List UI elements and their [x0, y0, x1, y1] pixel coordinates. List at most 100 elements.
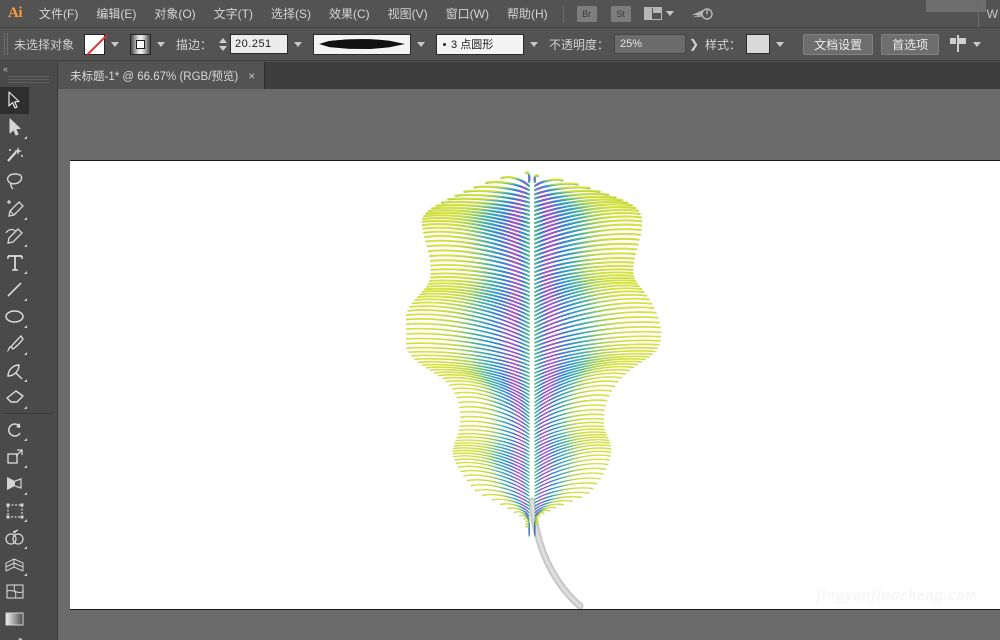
arrange-documents-button[interactable] [644, 7, 678, 20]
preferences-button[interactable]: 首选项 [881, 34, 939, 55]
leaf-svg [406, 161, 686, 610]
stroke-swatch[interactable] [130, 34, 151, 55]
scale-icon [5, 447, 25, 467]
tool-eraser[interactable] [0, 384, 29, 411]
tool-group-corner-icon [24, 217, 27, 220]
watermark-text: jingyanjiaocheng.com [816, 587, 978, 605]
pen-nib-icon [5, 199, 25, 219]
tool-magic-wand[interactable] [0, 141, 29, 168]
illustrator-window: Ai 文件(F) 编辑(E) 对象(O) 文字(T) 选择(S) 效果(C) 视… [0, 0, 1000, 640]
tool-scale[interactable] [0, 443, 29, 470]
menu-object[interactable]: 对象(O) [145, 0, 204, 28]
menu-divider [563, 5, 564, 23]
width-profile-chevron-icon[interactable] [526, 34, 541, 55]
brush-definition-chevron-icon[interactable] [413, 34, 428, 55]
artwork-gradient-blend-leaf[interactable] [406, 161, 686, 610]
tool-shaper[interactable] [0, 357, 29, 384]
tool-direct-selection[interactable] [0, 114, 29, 141]
tool-pen[interactable] [0, 195, 29, 222]
brush-definition-swatch[interactable] [313, 34, 411, 55]
tool-group-corner-icon [24, 519, 27, 522]
artboard-canvas[interactable]: jingyanjiaocheng.com [70, 160, 1000, 610]
menu-type[interactable]: 文字(T) [205, 0, 262, 28]
fill-dropdown-chevron-icon[interactable] [107, 34, 122, 55]
tool-selection[interactable] [0, 87, 29, 114]
app-logo-icon: Ai [0, 0, 30, 28]
selection-arrow-icon [7, 91, 22, 110]
shaper-icon [5, 361, 25, 381]
paintbrush-icon [5, 334, 25, 354]
tools-panel: « [0, 62, 58, 640]
tool-rotate[interactable] [0, 416, 29, 443]
tool-line-segment[interactable] [0, 276, 29, 303]
chevron-down-icon [666, 11, 674, 16]
tool-free-transform[interactable] [0, 497, 29, 524]
tool-ellipse[interactable] [0, 303, 29, 330]
arrange-grid-icon [644, 7, 662, 20]
menu-help[interactable]: 帮助(H) [498, 0, 557, 28]
document-tab-title: 未标题-1* @ 66.67% (RGB/预览) [70, 68, 238, 84]
stock-icon[interactable]: St [611, 6, 631, 22]
control-bar: 未选择对象 描边： 20.251 3 点圆形 不透明度： 25% ❯ 样式： 文… [0, 28, 1000, 61]
status-strip [58, 612, 1000, 640]
align-chevron-icon[interactable] [969, 34, 984, 55]
tool-curvature[interactable] [0, 222, 29, 249]
shape-builder-icon [4, 528, 25, 547]
stroke-weight-input[interactable]: 20.251 [230, 34, 288, 54]
tool-group-corner-icon [24, 298, 27, 301]
graphic-style-swatch[interactable] [746, 34, 770, 54]
curvature-pen-icon [5, 226, 25, 246]
free-transform-icon [5, 501, 25, 521]
opacity-input[interactable]: 25% [614, 34, 686, 54]
stroke-weight-stepper[interactable] [218, 35, 227, 53]
tool-lasso[interactable] [0, 168, 29, 195]
stroke-dropdown-chevron-icon[interactable] [153, 34, 168, 55]
tool-group-corner-icon [24, 573, 27, 576]
document-tab-active[interactable]: 未标题-1* @ 66.67% (RGB/预览) × [58, 62, 265, 89]
menu-window[interactable]: 窗口(W) [437, 0, 498, 28]
close-icon[interactable]: × [248, 70, 255, 82]
opacity-panel-arrow-icon[interactable]: ❯ [686, 34, 702, 54]
tools-grid [0, 87, 57, 640]
leaf-stem [532, 501, 580, 606]
control-bar-grip[interactable] [4, 33, 10, 55]
variable-width-profile[interactable]: 3 点圆形 [436, 34, 524, 55]
tool-mesh[interactable] [0, 578, 29, 605]
tool-perspective-grid[interactable] [0, 551, 29, 578]
tool-paintbrush[interactable] [0, 330, 29, 357]
document-tab-bar: 未标题-1* @ 66.67% (RGB/预览) × [58, 62, 1000, 89]
tools-panel-grip[interactable] [8, 76, 49, 84]
menu-select[interactable]: 选择(S) [262, 0, 320, 28]
tool-group-corner-icon [24, 136, 27, 139]
menu-edit[interactable]: 编辑(E) [87, 0, 145, 28]
menu-view[interactable]: 视图(V) [379, 0, 437, 28]
tool-group-corner-icon [24, 352, 27, 355]
tool-gradient[interactable] [0, 605, 29, 632]
tool-width[interactable] [0, 470, 29, 497]
profile-label: 3 点圆形 [451, 36, 493, 52]
tool-group-corner-icon [24, 271, 27, 274]
width-tool-icon [4, 474, 25, 493]
menu-file[interactable]: 文件(F) [30, 0, 87, 28]
perspective-grid-icon [4, 555, 25, 574]
document-workspace: jingyanjiaocheng.com [58, 89, 1000, 640]
rotate-icon [5, 420, 25, 440]
profile-dot-icon [443, 43, 446, 46]
tool-shape-builder[interactable] [0, 524, 29, 551]
bridge-icon[interactable]: Br [577, 6, 597, 22]
align-icon[interactable] [949, 35, 967, 53]
tool-group-corner-icon [24, 465, 27, 468]
stroke-weight-chevron-icon[interactable] [290, 34, 305, 55]
tool-eyedropper[interactable] [0, 632, 29, 640]
menu-effect[interactable]: 效果(C) [320, 0, 379, 28]
cc-libraries-icon[interactable] [690, 6, 714, 22]
gradient-icon [4, 610, 25, 628]
ellipse-icon [4, 307, 25, 326]
graphic-style-chevron-icon[interactable] [772, 34, 787, 55]
tapered-brush-icon [319, 39, 405, 50]
fill-swatch[interactable] [84, 34, 105, 55]
tool-type[interactable] [0, 249, 29, 276]
style-label: 样式： [705, 36, 741, 53]
tools-panel-collapse-button[interactable]: « [0, 62, 57, 76]
document-setup-button[interactable]: 文档设置 [803, 34, 873, 55]
